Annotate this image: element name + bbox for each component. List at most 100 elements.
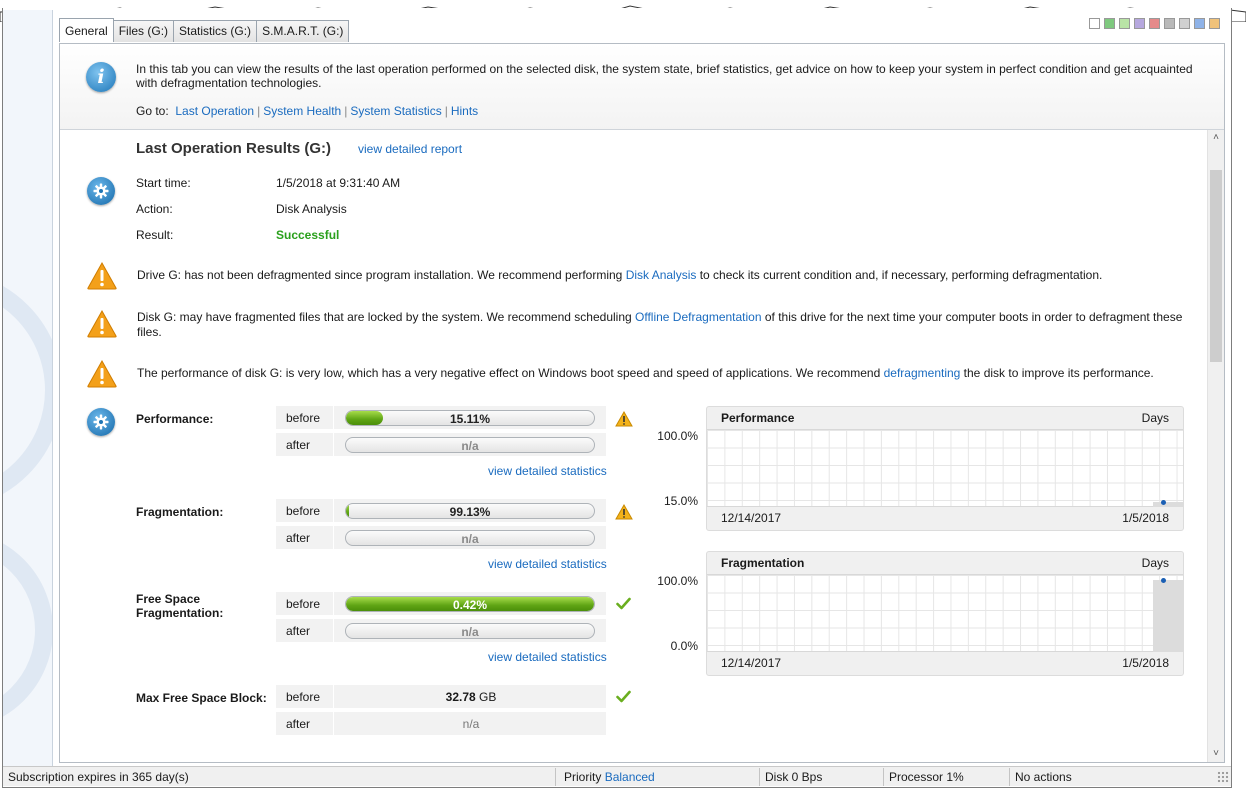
general-tab-content: i In this tab you can view the results o… [59, 43, 1225, 763]
disk-status: Disk 0 Bps [765, 770, 823, 784]
scroll-up-icon[interactable]: ˄ [1208, 130, 1224, 146]
start-time-label: Start time: [136, 176, 191, 190]
max-free-before-unit: GB [479, 690, 497, 704]
warning-1-post: to check its current condition and, if n… [696, 268, 1103, 282]
priority-value-link[interactable]: Balanced [605, 770, 655, 784]
performance-before-value: 15.11% [449, 412, 491, 426]
info-text: In this tab you can view the results of … [136, 62, 1193, 90]
fragmentation-stats-link[interactable]: view detailed statistics [488, 557, 607, 571]
free-space-frag-label: Free Space Fragmentation: [136, 592, 223, 620]
action-label: Action: [136, 202, 173, 216]
goto-system-statistics-link[interactable]: System Statistics [350, 104, 441, 118]
frag-chart-title: Fragmentation [721, 556, 805, 570]
frag-chart-ymax: 100.0% [657, 574, 698, 588]
perf-chart-point [1161, 500, 1166, 505]
fragmentation-chart: Fragmentation Days 12/14/2017 1/5/2018 [706, 551, 1184, 676]
disk-analysis-link[interactable]: Disk Analysis [626, 268, 697, 282]
resize-grip-icon[interactable] [1217, 771, 1229, 783]
color-swatch-5[interactable] [1149, 18, 1160, 29]
frag-chart-point [1161, 578, 1166, 583]
performance-stats-link[interactable]: view detailed statistics [488, 464, 607, 478]
start-time-value: 1/5/2018 at 9:31:40 AM [276, 176, 401, 190]
color-swatches [1089, 18, 1220, 29]
fragmentation-after-bar: n/a [345, 530, 595, 546]
performance-after-value: n/a [461, 439, 479, 453]
perf-chart-days: Days [1141, 411, 1169, 425]
tab-bar: General Files (G:) Statistics (G:) S.M.A… [59, 18, 350, 43]
frag-chart-days: Days [1141, 556, 1169, 570]
view-detailed-report-link[interactable]: view detailed report [358, 142, 462, 156]
goto-bar: Go to: Last Operation | System Health | Syst… [136, 104, 479, 118]
before-label: before [286, 411, 321, 425]
perf-chart-xstart: 12/14/2017 [721, 511, 782, 525]
tab-statistics[interactable]: Statistics (G:) [173, 20, 258, 42]
warning-3-pre: The performance of disk G: is very low, … [137, 366, 884, 380]
check-icon [616, 690, 631, 706]
frag-chart-xend: 1/5/2018 [1122, 656, 1169, 670]
left-decor-pane [3, 10, 53, 766]
gear-icon [87, 177, 115, 205]
color-swatch-4[interactable] [1134, 18, 1145, 29]
free-space-label-line1: Free Space [136, 592, 201, 606]
goto-last-operation-link[interactable]: Last Operation [175, 104, 254, 118]
free-space-stats-link[interactable]: view detailed statistics [488, 650, 607, 664]
frag-chart-grid [707, 574, 1183, 652]
priority-label: Priority [564, 770, 602, 784]
goto-hints-link[interactable]: Hints [451, 104, 478, 118]
before-label: before [286, 597, 321, 611]
perf-chart-title: Performance [721, 411, 795, 425]
perf-chart-area [1153, 502, 1183, 507]
defragmenting-link[interactable]: defragmenting [884, 366, 961, 380]
offline-defragmentation-link[interactable]: Offline Defragmentation [635, 310, 762, 324]
performance-label: Performance: [136, 412, 214, 426]
fragmentation-label: Fragmentation: [136, 505, 224, 519]
check-icon [616, 597, 631, 613]
color-swatch-9[interactable] [1209, 18, 1220, 29]
color-swatch-8[interactable] [1194, 18, 1205, 29]
goto-system-health-link[interactable]: System Health [263, 104, 341, 118]
fragmentation-after-value: n/a [461, 532, 479, 546]
scroll-down-icon[interactable]: ˅ [1208, 746, 1224, 762]
free-space-after-value: n/a [461, 625, 479, 639]
tab-smart[interactable]: S.M.A.R.T. (G:) [256, 20, 350, 42]
status-bar: Subscription expires in 365 day(s) Prior… [3, 766, 1231, 786]
info-icon: i [86, 62, 116, 92]
priority-status: Priority Balanced [559, 769, 655, 785]
vertical-scrollbar[interactable]: ˄ ˅ [1207, 130, 1224, 762]
action-value: Disk Analysis [276, 202, 347, 216]
tab-general[interactable]: General [59, 18, 114, 42]
max-free-block-label: Max Free Space Block: [136, 691, 267, 705]
tab-files[interactable]: Files (G:) [112, 20, 175, 42]
perf-chart-xend: 1/5/2018 [1122, 511, 1169, 525]
frag-chart-ymin: 0.0% [670, 639, 698, 653]
color-swatch-3[interactable] [1119, 18, 1130, 29]
subscription-status: Subscription expires in 365 day(s) [8, 770, 189, 784]
fragmentation-before-bar: 99.13% [345, 503, 595, 519]
performance-chart: Performance Days 12/14/2017 1/5/2018 [706, 406, 1184, 531]
result-label: Result: [136, 228, 174, 242]
warning-icon [87, 310, 117, 338]
color-swatch-1[interactable] [1089, 18, 1100, 29]
max-free-before-row: before 32.78 GB [276, 685, 606, 709]
gear-icon [87, 408, 115, 436]
processor-status: Processor 1% [889, 770, 964, 784]
fragmentation-before-row: before 99.13% [276, 499, 606, 523]
perf-chart-grid [707, 429, 1183, 507]
color-swatch-7[interactable] [1179, 18, 1190, 29]
after-label: after [286, 624, 311, 638]
performance-after-row: after n/a [276, 433, 606, 457]
before-label: before [286, 690, 321, 704]
warning-icon [615, 410, 633, 430]
perf-chart-ymax: 100.0% [657, 429, 698, 443]
result-value: Successful [276, 228, 340, 242]
color-swatch-6[interactable] [1164, 18, 1175, 29]
warning-text-1: Drive G: has not been defragmented since… [137, 268, 1197, 282]
warning-1-pre: Drive G: has not been defragmented since… [137, 268, 626, 282]
performance-after-bar: n/a [345, 437, 595, 453]
color-swatch-2[interactable] [1104, 18, 1115, 29]
scroll-thumb[interactable] [1210, 170, 1222, 362]
results-area: Last Operation Results (G:) view detaile… [60, 130, 1208, 762]
free-space-before-value: 0.42% [452, 598, 488, 612]
free-space-after-row: after n/a [276, 619, 606, 643]
performance-before-bar: 15.11% [345, 410, 595, 426]
